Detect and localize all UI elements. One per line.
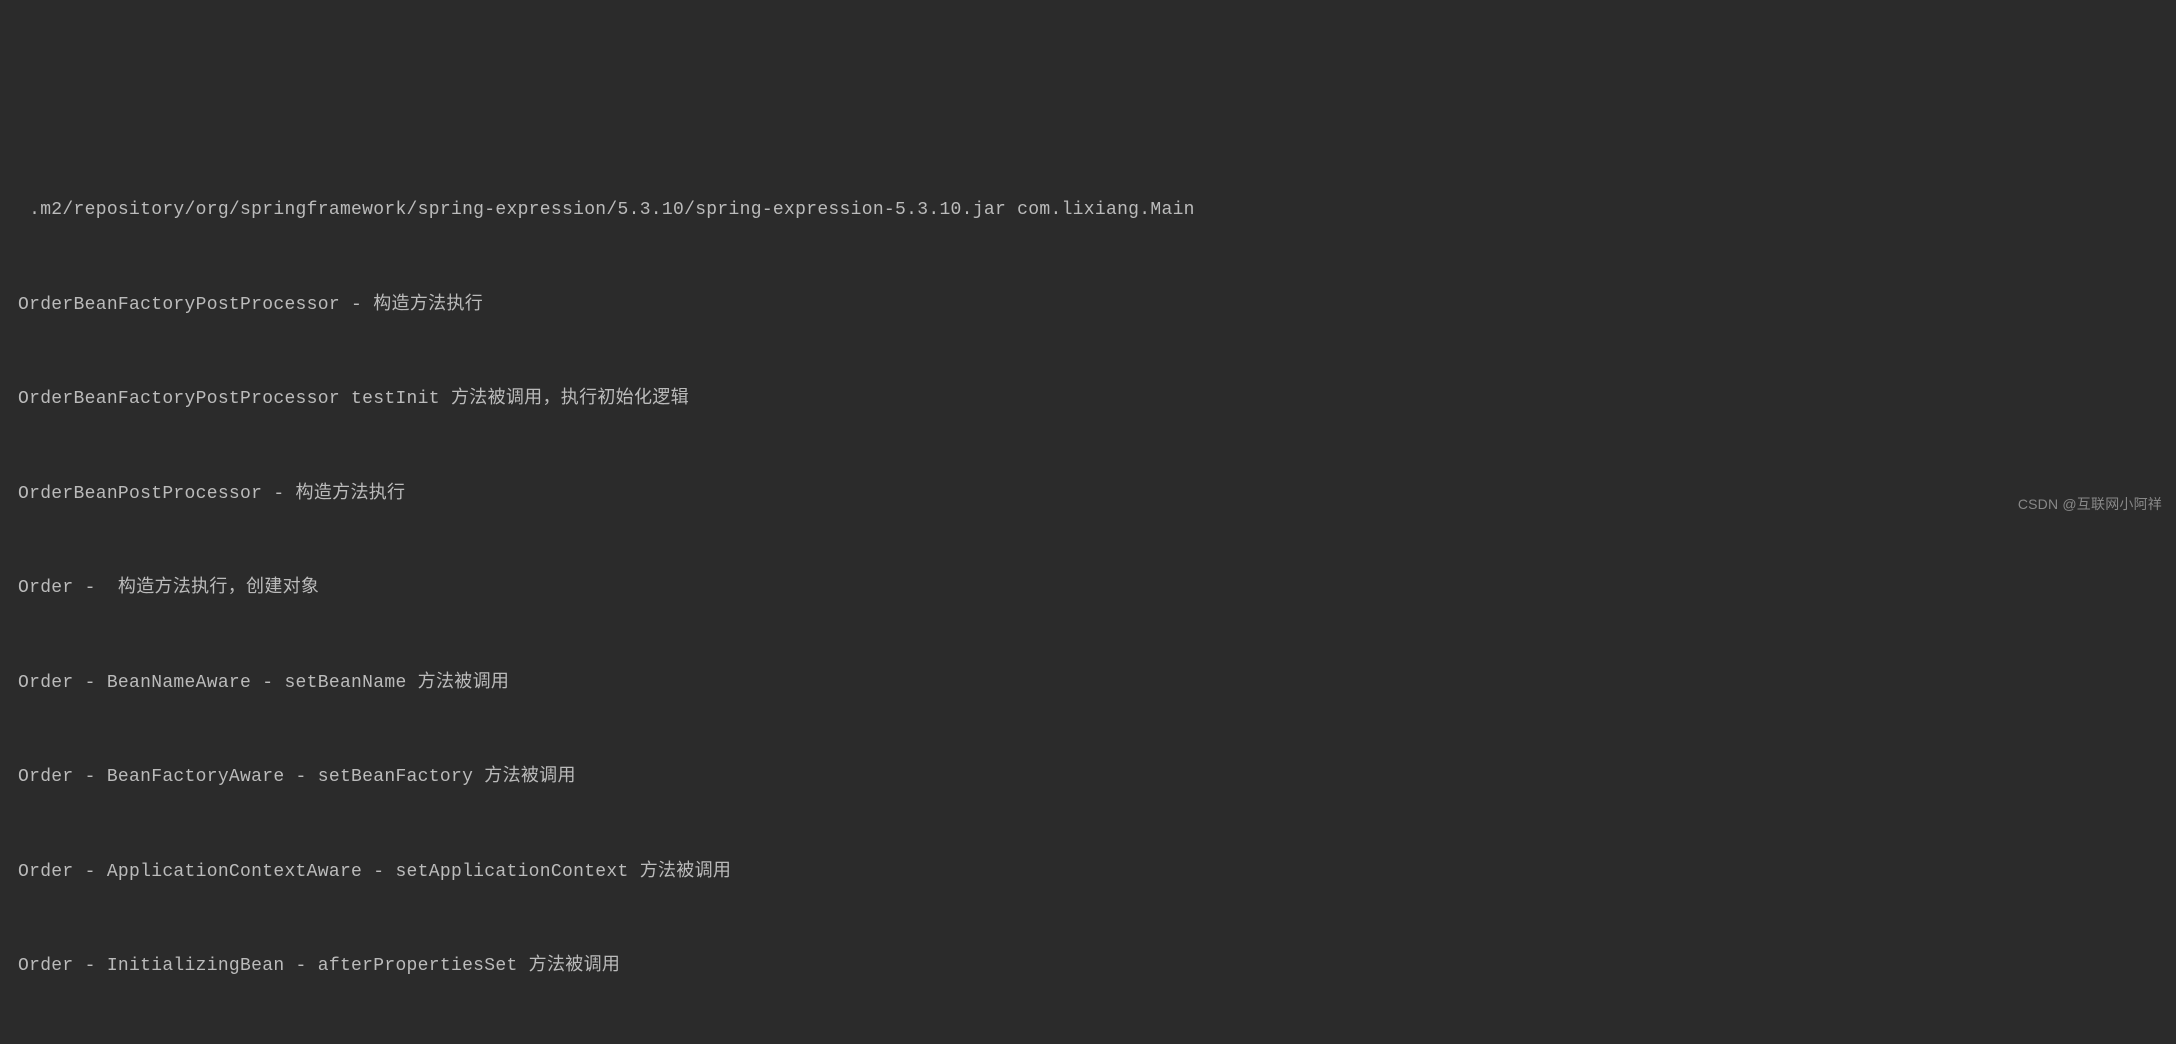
console-line: OrderBeanFactoryPostProcessor testInit 方…: [18, 384, 2158, 416]
console-output[interactable]: .m2/repository/org/springframework/sprin…: [18, 132, 2158, 1044]
console-line: Order - 构造方法执行，创建对象: [18, 573, 2158, 605]
console-line: OrderBeanFactoryPostProcessor - 构造方法执行: [18, 290, 2158, 322]
console-line: .m2/repository/org/springframework/sprin…: [18, 195, 2158, 227]
console-line: Order - BeanNameAware - setBeanName 方法被调…: [18, 668, 2158, 700]
console-line: OrderBeanPostProcessor - 构造方法执行: [18, 479, 2158, 511]
console-line: Order - ApplicationContextAware - setApp…: [18, 857, 2158, 889]
console-line: Order - BeanFactoryAware - setBeanFactor…: [18, 762, 2158, 794]
watermark-text: CSDN @互联网小阿祥: [2018, 492, 2162, 517]
console-line: Order - InitializingBean - afterProperti…: [18, 951, 2158, 983]
